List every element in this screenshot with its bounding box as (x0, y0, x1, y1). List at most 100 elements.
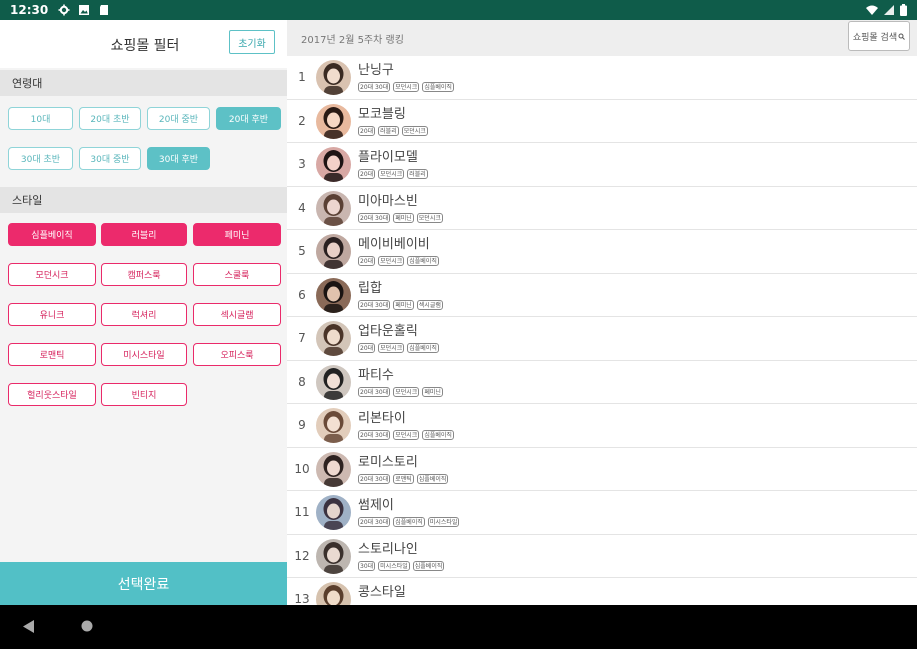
age-chip-early-30s[interactable]: 30대 초반 (8, 147, 73, 170)
style-tag: 페미닌 (393, 212, 414, 223)
shop-avatar (316, 364, 351, 400)
shop-tags: 20대 모던시크 심플베이직 (358, 256, 439, 266)
rank-number: 12 (294, 548, 310, 563)
style-tag: 심플베이직 (422, 430, 454, 440)
ranking-row[interactable]: 3 플라이모델 20대 모던시크 러블리 (287, 143, 917, 187)
style-chip-hollywood[interactable]: 헐리웃스타일 (8, 383, 96, 406)
style-chip-school[interactable]: 스쿨룩 (193, 263, 281, 286)
home-icon[interactable] (81, 620, 93, 632)
shop-avatar (316, 408, 351, 443)
ranking-row[interactable]: 5 메이비베이비 20대 모던시크 심플베이직 (287, 230, 917, 274)
ranking-row[interactable]: 4 미아마스빈 20대 30대 페미닌 모던시크 (287, 187, 917, 230)
age-section-header: 연령대 (0, 70, 287, 96)
style-tag: 미시스타일 (427, 517, 460, 527)
style-chip-office[interactable]: 오피스룩 (193, 343, 281, 366)
style-tag: 모던시크 (393, 430, 420, 440)
shop-tags: 20대 30대 모던시크 페미닌 (358, 386, 443, 397)
style-tag: 러블리 (407, 169, 428, 179)
rank-number: 9 (298, 418, 306, 432)
reset-button[interactable]: 초기화 (229, 30, 275, 54)
search-icon (898, 33, 905, 40)
style-chip-unique[interactable]: 유니크 (8, 303, 96, 326)
style-chip-lovely[interactable]: 러블리 (101, 223, 187, 246)
shop-tags: 20대 30대 로맨틱 심플베이직 (358, 473, 449, 484)
age-chip-late-20s[interactable]: 20대 후반 (216, 107, 281, 130)
style-tag: 30대 (358, 560, 376, 571)
style-tag: 20대 (358, 169, 376, 179)
style-tag: 20대 30대 (358, 430, 391, 440)
age-chip-late-30s[interactable]: 30대 후반 (147, 147, 210, 170)
shop-tags: 20대 30대 심플베이직 미시스타일 (358, 517, 460, 527)
age-chip-10s[interactable]: 10대 (8, 107, 73, 130)
ranking-list: 1 난닝구 20대 30대 모던시크 심플베이직 2 모코블링 20대 러블리 모던시크 3 (287, 56, 917, 605)
back-icon[interactable] (23, 620, 35, 633)
style-tag: 모던시크 (401, 125, 428, 136)
shop-search-button[interactable]: 쇼핑몰 검색 (848, 21, 910, 51)
shop-avatar (316, 451, 351, 487)
ranking-row[interactable]: 11 썸제이 20대 30대 심플베이직 미시스타일 (287, 491, 917, 535)
rank-number: 3 (298, 157, 306, 171)
age-chip-early-20s[interactable]: 20대 초반 (79, 107, 141, 130)
style-chip-romantic[interactable]: 로맨틱 (8, 343, 96, 366)
done-button[interactable]: 선택완료 (0, 562, 287, 605)
shop-avatar (316, 582, 351, 605)
shop-name: 립합 (358, 280, 382, 296)
age-chip-mid-30s[interactable]: 30대 중반 (79, 147, 141, 170)
shop-avatar (316, 495, 351, 530)
shop-name: 파티수 (358, 367, 394, 383)
ranking-row[interactable]: 12 스토리나인 30대 미시스타일 심플베이직 (287, 535, 917, 578)
ranking-row[interactable]: 1 난닝구 20대 30대 모던시크 심플베이직 (287, 56, 917, 100)
signal-icon (884, 4, 894, 15)
battery-icon (900, 4, 907, 16)
style-chip-simple-basic[interactable]: 심플베이직 (8, 223, 96, 246)
style-chip-missy[interactable]: 미시스타일 (101, 343, 187, 366)
style-chip-luxury[interactable]: 럭셔리 (101, 303, 187, 326)
rank-number: 11 (294, 505, 310, 519)
rank-number: 5 (298, 244, 306, 258)
ranking-row[interactable]: 9 리본타이 20대 30대 모던시크 심플베이직 (287, 404, 917, 448)
style-chip-campus[interactable]: 캠퍼스룩 (101, 263, 187, 286)
ranking-row[interactable]: 7 업타운홀릭 20대 모던시크 심플베이직 (287, 317, 917, 361)
shop-avatar (316, 190, 351, 226)
style-section-header: 스타일 (0, 187, 287, 213)
shop-avatar (316, 147, 351, 182)
ranking-panel: 2017년 2월 5주차 랭킹 쇼핑몰 검색 1 난닝구 20대 30대 모던시크… (287, 20, 917, 605)
style-tag: 로맨틱 (393, 473, 414, 484)
style-chip-sexy-glam[interactable]: 섹시글램 (193, 303, 281, 326)
style-tag: 20대 (358, 343, 376, 353)
style-chip-feminine[interactable]: 페미닌 (193, 223, 281, 246)
rank-number: 10 (294, 461, 310, 476)
style-tag: 심플베이직 (416, 473, 449, 484)
rank-number: 8 (298, 374, 306, 389)
ranking-row[interactable]: 13 콩스타일 (287, 578, 917, 605)
ranking-header: 2017년 2월 5주차 랭킹 쇼핑몰 검색 (287, 20, 917, 56)
style-tag: 페미닌 (422, 386, 443, 397)
style-chip-vintage[interactable]: 빈티지 (101, 383, 187, 406)
ranking-row[interactable]: 8 파티수 20대 30대 모던시크 페미닌 (287, 361, 917, 404)
style-chip-modern-chic[interactable]: 모던시크 (8, 263, 96, 286)
wifi-icon (866, 5, 878, 15)
style-tag: 모던시크 (378, 256, 405, 266)
shop-name: 업타운홀릭 (358, 324, 418, 339)
shop-avatar (316, 538, 351, 574)
shop-name: 플라이모델 (358, 150, 418, 165)
ranking-row[interactable]: 6 립합 20대 30대 페미닌 섹시글램 (287, 274, 917, 317)
shop-tags: 20대 30대 페미닌 모던시크 (358, 212, 443, 223)
shop-avatar (316, 60, 351, 95)
ranking-row[interactable]: 2 모코블링 20대 러블리 모던시크 (287, 100, 917, 143)
style-tag: 심플베이직 (407, 256, 439, 266)
style-tag: 심플베이직 (407, 343, 439, 353)
style-tag: 심플베이직 (412, 560, 445, 571)
style-tag: 러블리 (378, 125, 399, 136)
shop-name: 리본타이 (358, 411, 406, 426)
shop-avatar (316, 321, 351, 356)
ranking-row[interactable]: 10 로미스토리 20대 30대 로맨틱 심플베이직 (287, 448, 917, 491)
style-tag: 20대 (358, 256, 376, 266)
sd-card-icon (100, 5, 109, 15)
shop-tags: 20대 30대 모던시크 심플베이직 (358, 82, 454, 92)
shop-name: 로미스토리 (358, 454, 418, 470)
style-tag: 미시스타일 (378, 560, 410, 571)
age-chip-mid-20s[interactable]: 20대 중반 (147, 107, 210, 130)
style-tag: 심플베이직 (393, 517, 425, 527)
style-tag: 20대 (358, 125, 376, 136)
